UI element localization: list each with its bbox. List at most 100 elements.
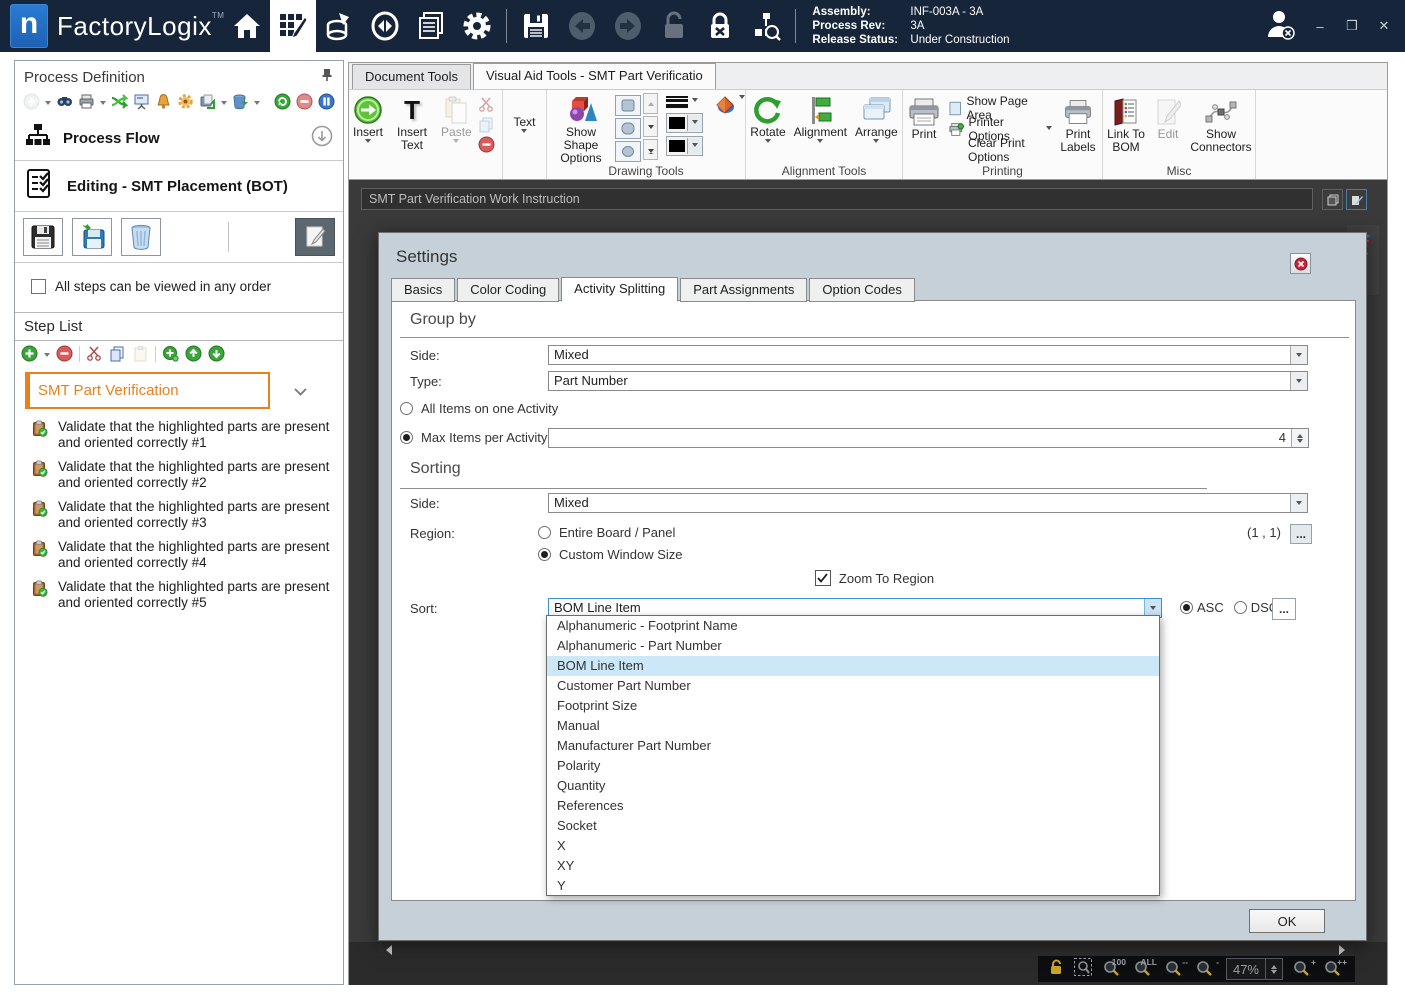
max-items-input[interactable]: 4 (548, 428, 1309, 448)
edit-work-instruction-button[interactable] (295, 218, 335, 256)
sync-button[interactable] (362, 0, 408, 52)
materials-button[interactable] (316, 0, 362, 52)
format-painter-button[interactable] (713, 92, 745, 115)
zoom-in-fast-button[interactable]: ++ (1323, 957, 1347, 979)
max-items-spinner[interactable] (1291, 429, 1308, 447)
shape-rounded-button[interactable] (615, 118, 641, 139)
add-step-icon[interactable] (21, 345, 38, 362)
delete-button[interactable] (121, 218, 161, 256)
step-list-item[interactable]: Validate that the highlighted parts are … (15, 457, 343, 493)
settings-gear-button[interactable] (454, 0, 500, 52)
export-dropdown-caret[interactable] (221, 101, 227, 108)
entire-board-radio[interactable] (538, 526, 551, 539)
shape-more[interactable] (643, 139, 658, 160)
print-button[interactable]: Print (903, 92, 945, 143)
copy-ribbon-icon[interactable] (478, 116, 495, 133)
pause-icon[interactable] (318, 93, 335, 110)
zoom-all-button[interactable]: ALL (1133, 957, 1157, 979)
settings-tab[interactable]: Basics (391, 278, 456, 302)
insert-text-button[interactable]: T Insert Text (387, 92, 437, 154)
asc-radio[interactable] (1180, 601, 1193, 614)
sort-option[interactable]: Manufacturer Part Number (547, 736, 1159, 756)
region-more-button[interactable]: ... (1290, 524, 1312, 544)
save-button[interactable] (513, 0, 559, 52)
sort-option[interactable]: Polarity (547, 756, 1159, 776)
print-labels-button[interactable]: Print Labels (1054, 92, 1102, 156)
settings-tab[interactable]: Part Assignments (680, 278, 808, 302)
shape-scroll-up[interactable] (643, 93, 658, 114)
dialog-close-button[interactable] (1290, 253, 1311, 274)
shape-ellipse-button[interactable] (615, 141, 641, 162)
export-icon[interactable] (199, 93, 216, 110)
line-style-button[interactable] (666, 94, 703, 110)
active-step-item[interactable]: SMT Part Verification (25, 372, 270, 409)
edit-button[interactable]: Edit (1151, 92, 1185, 143)
gear-icon[interactable] (177, 93, 194, 110)
move-down-icon[interactable] (208, 345, 225, 362)
import-button[interactable] (72, 218, 112, 256)
redo-button[interactable] (605, 0, 651, 52)
fill-color-picker[interactable] (666, 135, 703, 156)
cut-icon[interactable] (86, 345, 103, 362)
add-sub-step-icon[interactable] (162, 345, 179, 362)
pan-lock-icon[interactable] (1048, 958, 1064, 981)
zoom-out-button[interactable]: - (1195, 957, 1219, 979)
sort-option[interactable]: X (547, 836, 1159, 856)
sort-option[interactable]: Alphanumeric - Footprint Name (547, 616, 1159, 636)
pin-icon[interactable] (321, 68, 333, 86)
remove-step-icon[interactable] (56, 345, 73, 362)
ok-button[interactable]: OK (1249, 909, 1325, 933)
undo-button[interactable] (559, 0, 605, 52)
step-list-item[interactable]: Validate that the highlighted parts are … (15, 537, 343, 573)
lock-revision-button[interactable] (697, 0, 743, 52)
add-step-caret[interactable] (44, 353, 50, 360)
sort-option[interactable]: Alphanumeric - Part Number (547, 636, 1159, 656)
process-flow-header[interactable]: Process Flow (15, 116, 343, 161)
arrange-button[interactable]: Arrange (851, 92, 902, 148)
zoom-100-button[interactable]: 100 (1102, 957, 1126, 979)
settings-tab[interactable]: Color Coding (457, 278, 560, 302)
shape-scroll-down[interactable] (643, 116, 658, 137)
add-dropdown-caret[interactable] (45, 101, 51, 108)
sort-option[interactable]: Quantity (547, 776, 1159, 796)
add-process-icon[interactable] (23, 93, 40, 110)
zoom-spinner[interactable] (1265, 959, 1282, 979)
ribbon-tab[interactable]: Visual Aid Tools - SMT Part Verificatio (472, 63, 716, 89)
settings-tab[interactable]: Option Codes (809, 278, 915, 302)
insert-button[interactable]: Insert (349, 92, 387, 148)
process-editor-button[interactable] (270, 0, 317, 52)
find-icon[interactable] (56, 93, 73, 110)
documents-button[interactable] (408, 0, 454, 52)
collapse-icon[interactable] (311, 125, 333, 151)
presentation-icon[interactable] (133, 93, 150, 110)
close-button[interactable]: ✕ (1375, 18, 1393, 34)
marquee-zoom-icon[interactable] (1073, 957, 1093, 982)
line-color-picker[interactable] (666, 112, 703, 133)
groupby-side-select[interactable]: Mixed (548, 345, 1308, 365)
zoom-out-fast-button[interactable]: -- (1164, 957, 1188, 979)
zoom-to-region-checkbox[interactable] (814, 570, 831, 586)
shape-square-button[interactable] (615, 95, 641, 116)
clear-print-options-button[interactable]: Clear Print Options (949, 136, 1052, 164)
any-order-checkbox[interactable] (31, 279, 46, 294)
sort-option[interactable]: Manual (547, 716, 1159, 736)
sort-option[interactable]: References (547, 796, 1159, 816)
print-icon[interactable] (78, 93, 95, 110)
bell-icon[interactable] (155, 93, 172, 110)
scroll-right-arrow[interactable] (1337, 944, 1351, 955)
custom-window-radio[interactable] (538, 548, 551, 561)
paste-button[interactable]: Paste (437, 92, 476, 148)
sort-option[interactable]: BOM Line Item (547, 656, 1159, 676)
home-button[interactable] (224, 0, 270, 52)
scroll-left-arrow[interactable] (379, 944, 393, 955)
maximize-button[interactable]: ❒ (1343, 18, 1361, 34)
step-list-item[interactable]: Validate that the highlighted parts are … (15, 417, 343, 453)
sort-option[interactable]: XY (547, 856, 1159, 876)
text-button[interactable]: Text (509, 114, 539, 138)
recycle-icon[interactable] (232, 93, 249, 110)
groupby-type-select[interactable]: Part Number (548, 371, 1308, 391)
edit-title-icon[interactable] (1346, 189, 1367, 210)
all-items-radio[interactable] (400, 402, 413, 415)
sort-option[interactable]: Customer Part Number (547, 676, 1159, 696)
show-connectors-button[interactable]: Show Connectors (1185, 92, 1257, 156)
